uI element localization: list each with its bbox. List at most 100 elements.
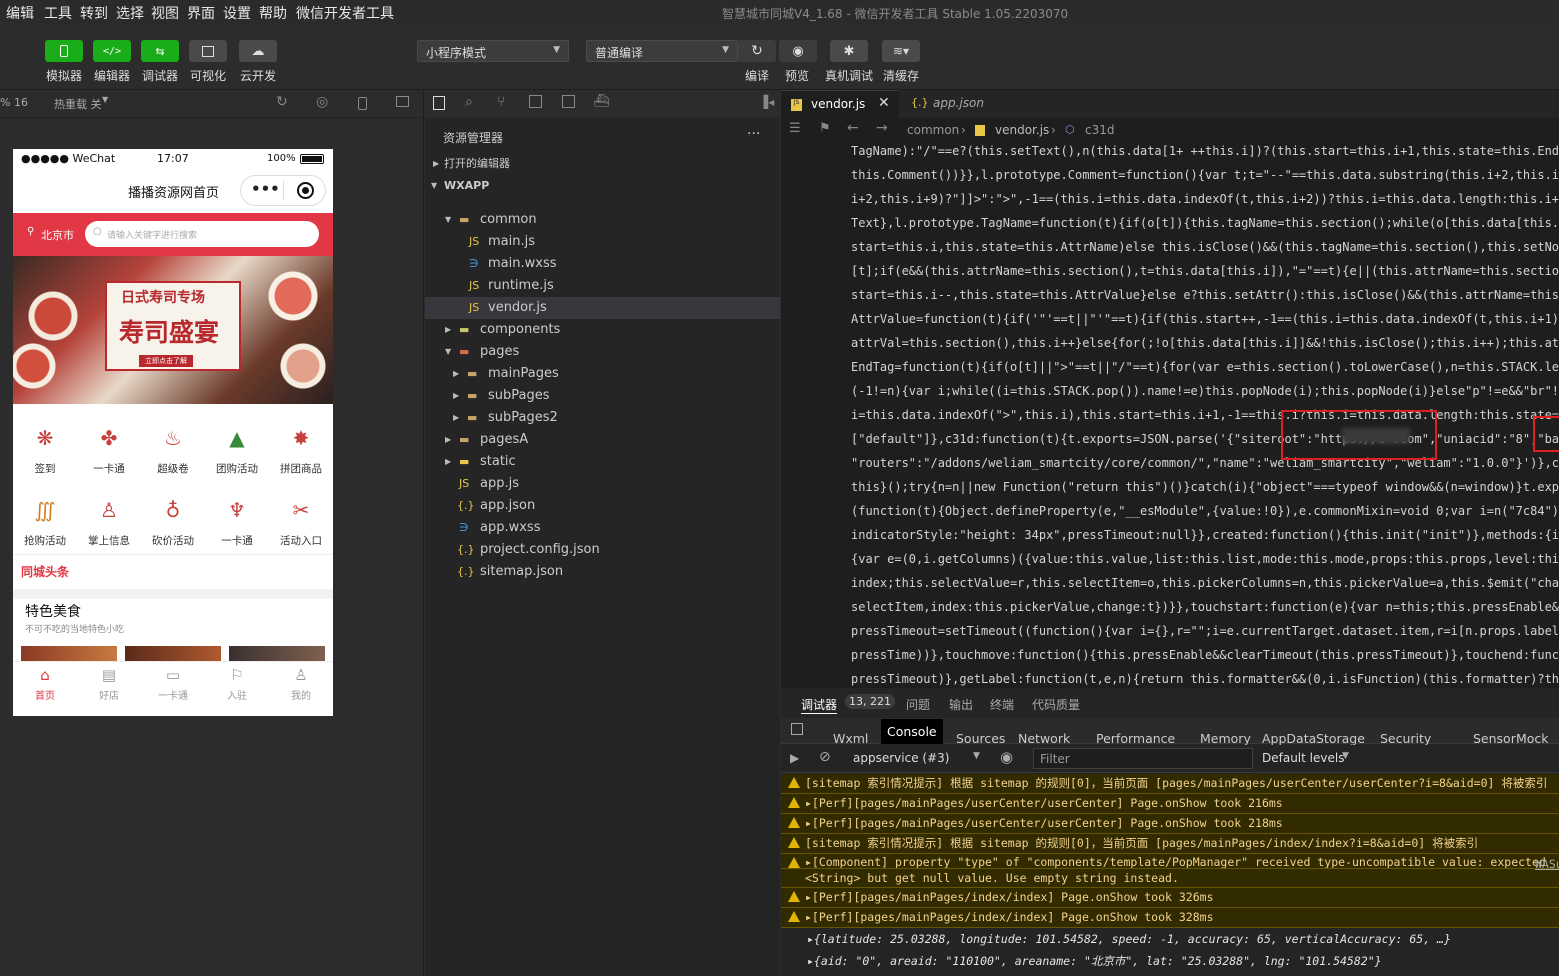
menu-interface[interactable]: 界面 <box>187 3 215 23</box>
food-thumbnail[interactable] <box>21 646 117 661</box>
editor-button[interactable]: </> <box>93 40 131 62</box>
bookmark-icon[interactable]: ⚑ <box>819 121 831 136</box>
extensions-icon[interactable] <box>529 95 542 108</box>
tree-item[interactable]: ▶ ▬ subPages2 <box>425 407 780 429</box>
grid-label[interactable]: 掌上信息 <box>79 533 139 548</box>
tab-terminal[interactable]: 终端 <box>990 696 1014 713</box>
hotreload-toggle[interactable]: 热重载 关 <box>54 96 102 112</box>
warning-log[interactable]: [sitemap 索引情况提示] 根据 sitemap 的规则[0]，当前页面 … <box>781 834 1559 854</box>
simulator-button[interactable] <box>45 40 83 62</box>
grid-icon[interactable]: ✤ <box>98 426 120 450</box>
tab-vendor-js[interactable]: JS vendor.js ✕ <box>781 90 899 118</box>
grid-label[interactable]: 团购活动 <box>207 461 267 476</box>
mode-select[interactable]: 小程序模式 ▼ <box>417 40 569 62</box>
warning-log[interactable]: [sitemap 索引情况提示] 根据 sitemap 的规则[0]，当前页面 … <box>781 774 1559 794</box>
city-selector[interactable]: 北京市 <box>41 227 74 243</box>
sidebar-toggle-icon[interactable]: ▶ <box>790 751 799 765</box>
headline-label[interactable]: 同城头条 <box>21 563 69 580</box>
cloud-storage-icon[interactable] <box>562 95 575 108</box>
tab-label[interactable]: 首页 <box>20 687 70 702</box>
context-select[interactable]: appservice (#3) <box>853 751 949 765</box>
tab-icon[interactable]: ▭ <box>163 666 183 684</box>
menu-tools[interactable]: 工具 <box>44 3 72 23</box>
grid-icon[interactable]: ♆ <box>226 498 248 522</box>
food-thumbnail[interactable] <box>125 646 221 661</box>
real-debug-button[interactable]: ✱ <box>830 40 868 62</box>
tree-item[interactable]: ▶ ▬ components <box>425 319 780 341</box>
grid-label[interactable]: 一卡通 <box>207 533 267 548</box>
info-log[interactable]: ▸{aid: "0", areaid: "110100", areaname: … <box>781 951 1559 971</box>
grid-label[interactable]: 超级卷 <box>143 461 203 476</box>
tree-item[interactable]: {.} sitemap.json <box>425 561 780 583</box>
cloud-button[interactable]: ☁ <box>239 40 277 62</box>
grid-icon[interactable]: ∭ <box>34 498 56 522</box>
search-input[interactable]: ○ 请输入关键字进行搜索 <box>85 221 319 247</box>
tree-item[interactable]: ▼ ▬ pages <box>425 341 780 363</box>
more-icon[interactable]: ••• <box>251 180 280 198</box>
banner-image[interactable]: 日式寿司专场 寿司盛宴 立即点击了解 <box>13 256 333 404</box>
devtools-tab[interactable]: Sensor <box>1473 731 1516 746</box>
grid-label[interactable]: 签到 <box>15 461 75 476</box>
list-icon[interactable]: ☰ <box>789 121 801 136</box>
devtools-tab[interactable]: Console <box>881 719 943 744</box>
tab-icon[interactable]: ♙ <box>291 666 311 684</box>
levels-select[interactable]: Default levels <box>1262 751 1344 765</box>
files-icon[interactable] <box>433 96 445 110</box>
tree-root[interactable]: ▼ WXAPP <box>425 175 780 197</box>
tab-label[interactable]: 我的 <box>276 687 326 702</box>
tree-item[interactable]: {.} app.json <box>425 495 780 517</box>
grid-icon[interactable]: ♨ <box>162 426 184 450</box>
debugger-button[interactable]: ⇆ <box>141 40 179 62</box>
compile-button[interactable]: ↻ <box>738 40 776 62</box>
tab-label[interactable]: 入驻 <box>212 687 262 702</box>
inspect-icon[interactable] <box>791 723 803 735</box>
tree-item[interactable]: ▼ ▬ common <box>425 209 780 231</box>
warning-log[interactable]: <String> but get null value. Use empty s… <box>781 869 1559 888</box>
filter-input[interactable]: Filter <box>1033 748 1253 769</box>
food-thumbnail[interactable] <box>229 646 325 661</box>
devtools-tab[interactable]: Security <box>1380 731 1431 746</box>
tree-item[interactable]: ∋ main.wxss <box>425 253 780 275</box>
breadcrumb-item[interactable]: c31d <box>1085 123 1114 137</box>
grid-icon[interactable]: ♙ <box>98 498 120 522</box>
warning-log[interactable]: ▸[Component] property "type" of "compone… <box>781 854 1559 869</box>
device-icon[interactable] <box>358 97 367 110</box>
warning-log[interactable]: ▸[Perf][pages/mainPages/index/index] Pag… <box>781 888 1559 908</box>
warning-log[interactable]: ▸[Perf][pages/mainPages/index/index] Pag… <box>781 908 1559 928</box>
devtools-tab[interactable]: AppData <box>1262 731 1316 746</box>
refresh-icon[interactable]: ↻ <box>276 94 288 110</box>
capsule-button[interactable]: ••• <box>240 175 326 206</box>
tab-code-quality[interactable]: 代码质量 <box>1032 696 1080 713</box>
source-control-icon[interactable]: ⑂ <box>497 94 505 110</box>
record-icon[interactable]: ◎ <box>316 94 328 110</box>
warning-log[interactable]: ▸[Perf][pages/mainPages/userCenter/userC… <box>781 814 1559 834</box>
menu-goto[interactable]: 转到 <box>80 3 108 23</box>
close-icon[interactable]: ✕ <box>878 95 890 111</box>
tab-debugger[interactable]: 调试器 <box>801 696 838 714</box>
visual-button[interactable] <box>189 40 227 62</box>
search-icon[interactable]: ⌕ <box>465 94 473 110</box>
tab-icon[interactable]: ⚐ <box>227 666 247 684</box>
grid-label[interactable]: 拼团商品 <box>271 461 331 476</box>
eye-icon[interactable]: ◉ <box>1000 748 1013 766</box>
tree-item[interactable]: ▶ ▬ mainPages <box>425 363 780 385</box>
menu-select[interactable]: 选择 <box>116 3 144 23</box>
tab-app-json[interactable]: {.} app.json <box>901 90 1021 118</box>
grid-icon[interactable]: ▲ <box>226 426 248 450</box>
preview-button[interactable]: ◉ <box>779 40 817 62</box>
tree-item[interactable]: JS runtime.js <box>425 275 780 297</box>
grid-icon[interactable]: ✸ <box>290 426 312 450</box>
devtools-tab[interactable]: Storage <box>1316 731 1365 746</box>
tab-icon[interactable]: ⌂ <box>35 666 55 684</box>
tab-icon[interactable]: ▤ <box>99 666 119 684</box>
devtools-tab[interactable]: Mock <box>1516 731 1549 746</box>
popout-icon[interactable] <box>396 96 409 107</box>
tree-item[interactable]: ▶ ▬ pagesA <box>425 429 780 451</box>
grid-icon[interactable]: ♁ <box>162 498 184 522</box>
warning-log[interactable]: ▸[Perf][pages/mainPages/userCenter/userC… <box>781 794 1559 814</box>
menu-settings[interactable]: 设置 <box>223 3 251 23</box>
tab-label[interactable]: 好店 <box>84 687 134 702</box>
close-capsule-icon[interactable] <box>297 182 314 199</box>
menu-edit[interactable]: 编辑 <box>6 3 34 23</box>
menu-wechat-devtools[interactable]: 微信开发者工具 <box>296 3 394 23</box>
